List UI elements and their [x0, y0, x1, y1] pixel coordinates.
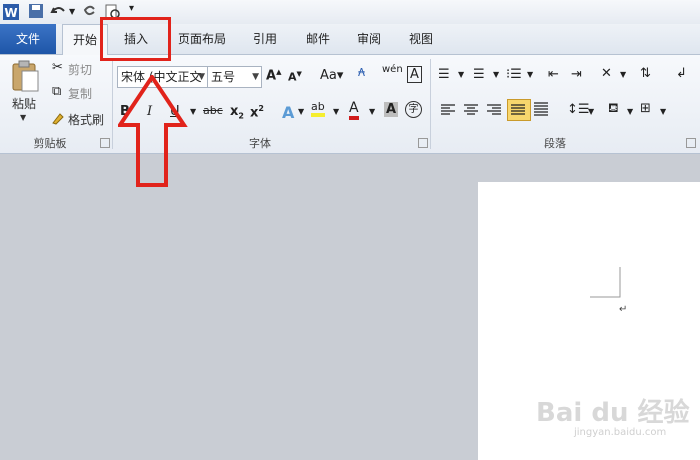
center-icon[interactable] [463, 103, 479, 117]
bullets-dropdown-icon[interactable]: ▼ [458, 70, 464, 79]
borders-dropdown-icon[interactable]: ▼ [660, 107, 666, 116]
shading-icon[interactable]: ⛾ [608, 101, 619, 118]
multilevel-list-icon[interactable]: ⁝☰ [506, 67, 522, 82]
document-page[interactable]: ↵ Bai du 经验 jingyan.baidu.com [478, 182, 700, 460]
change-case-icon[interactable]: Aa▾ [320, 68, 343, 83]
watermark-logo: Bai du 经验 [536, 398, 690, 428]
cut-icon: ✂ [52, 60, 63, 75]
chevron-down-icon: ▼ [252, 72, 259, 82]
paragraph-group-label: 段落 [544, 137, 566, 150]
highlight-icon[interactable]: ab [311, 100, 325, 117]
bullets-icon[interactable]: ☰ [438, 67, 450, 82]
line-spacing-icon[interactable]: ↕☰ [567, 102, 590, 117]
shrink-font-icon[interactable]: A▼ [288, 70, 302, 84]
shading-dropdown-icon[interactable]: ▼ [627, 107, 633, 116]
svg-text:W: W [4, 6, 17, 20]
clear-format-icon[interactable]: ₳ [358, 66, 365, 79]
paste-button[interactable]: 粘贴 [12, 95, 36, 112]
strikethrough-icon[interactable]: abc [203, 104, 223, 117]
redo-icon[interactable] [82, 3, 98, 19]
tab-view[interactable]: 视图 [403, 24, 439, 54]
superscript-icon[interactable]: x2 [250, 104, 264, 120]
chinese-layout-icon[interactable]: ✕ [601, 66, 612, 81]
clipboard-group-label: 剪贴板 [33, 137, 67, 150]
tab-file[interactable]: 文件 [0, 24, 56, 54]
font-size-combo[interactable]: 五号 ▼ [207, 66, 262, 88]
chinese-layout-dropdown-icon[interactable]: ▼ [620, 70, 626, 79]
undo-dropdown-icon[interactable]: ▼ [69, 7, 75, 16]
align-right-icon[interactable] [486, 103, 502, 117]
copy-icon: ⧉ [52, 84, 62, 99]
format-painter-icon [52, 113, 64, 125]
tab-review[interactable]: 审阅 [351, 24, 387, 54]
phonetic-guide-icon[interactable]: wén [382, 64, 403, 75]
margin-corner-mark [590, 267, 621, 298]
ribbon-home: 粘贴 ▼ ✂ 剪切 ⧉ 复制 格式刷 剪贴板 宋体 (中文正文 ▼ 五号 ▼ A▲ … [0, 55, 700, 154]
font-group-label: 字体 [249, 137, 271, 150]
numbering-icon[interactable]: ☰ [473, 67, 485, 82]
justify-icon[interactable] [510, 103, 526, 117]
multilevel-dropdown-icon[interactable]: ▼ [527, 70, 533, 79]
word-logo-icon: W [3, 4, 19, 20]
text-effects-dropdown-icon[interactable]: ▼ [298, 107, 304, 116]
font-size-value: 五号 [211, 70, 236, 84]
tab-references[interactable]: 引用 [247, 24, 283, 54]
watermark-url: jingyan.baidu.com [574, 427, 667, 438]
paste-icon[interactable] [10, 59, 40, 93]
save-icon[interactable] [28, 3, 44, 19]
copy-button[interactable]: 复制 [68, 85, 92, 102]
line-spacing-dropdown-icon[interactable]: ▼ [588, 107, 594, 116]
font-color-icon[interactable]: A [349, 100, 359, 120]
group-divider [430, 59, 431, 149]
dialog-launcher-icon[interactable] [686, 138, 696, 148]
tab-page-layout[interactable]: 页面布局 [171, 24, 233, 54]
highlight-dropdown-icon[interactable]: ▼ [333, 107, 339, 116]
chevron-down-icon: ▼ [198, 72, 205, 82]
format-painter-button[interactable]: 格式刷 [68, 111, 104, 128]
enclose-characters-icon[interactable]: 字 [405, 101, 422, 118]
character-border-icon[interactable]: A [407, 66, 422, 83]
borders-icon[interactable]: ⊞ [640, 101, 651, 116]
customize-qat-icon[interactable]: ▾ [129, 3, 134, 14]
annotation-highlight-box [100, 17, 171, 61]
increase-indent-icon[interactable]: ⇥ [571, 67, 582, 82]
decrease-indent-icon[interactable]: ⇤ [548, 67, 559, 82]
tab-mailings[interactable]: 邮件 [300, 24, 336, 54]
underline-dropdown-icon[interactable]: ▼ [190, 107, 196, 116]
paste-dropdown-icon[interactable]: ▼ [20, 113, 26, 122]
red-up-arrow-icon [118, 75, 188, 187]
paragraph-mark-icon: ↵ [619, 304, 628, 315]
distributed-icon[interactable] [533, 101, 549, 117]
group-divider [112, 59, 113, 149]
numbering-dropdown-icon[interactable]: ▼ [493, 70, 499, 79]
text-effects-icon[interactable]: A [282, 103, 294, 122]
cut-button[interactable]: 剪切 [68, 61, 92, 78]
character-shading-icon[interactable]: A [384, 102, 399, 117]
subscript-icon[interactable]: x2 [230, 104, 244, 121]
show-marks-icon[interactable]: ↲ [676, 66, 687, 81]
sort-icon[interactable]: ⇅ [640, 66, 651, 81]
undo-icon[interactable] [50, 3, 68, 19]
grow-font-icon[interactable]: A▲ [266, 68, 281, 83]
align-left-icon[interactable] [440, 103, 456, 117]
dialog-launcher-icon[interactable] [100, 138, 110, 148]
font-color-dropdown-icon[interactable]: ▼ [369, 107, 375, 116]
dialog-launcher-icon[interactable] [418, 138, 428, 148]
